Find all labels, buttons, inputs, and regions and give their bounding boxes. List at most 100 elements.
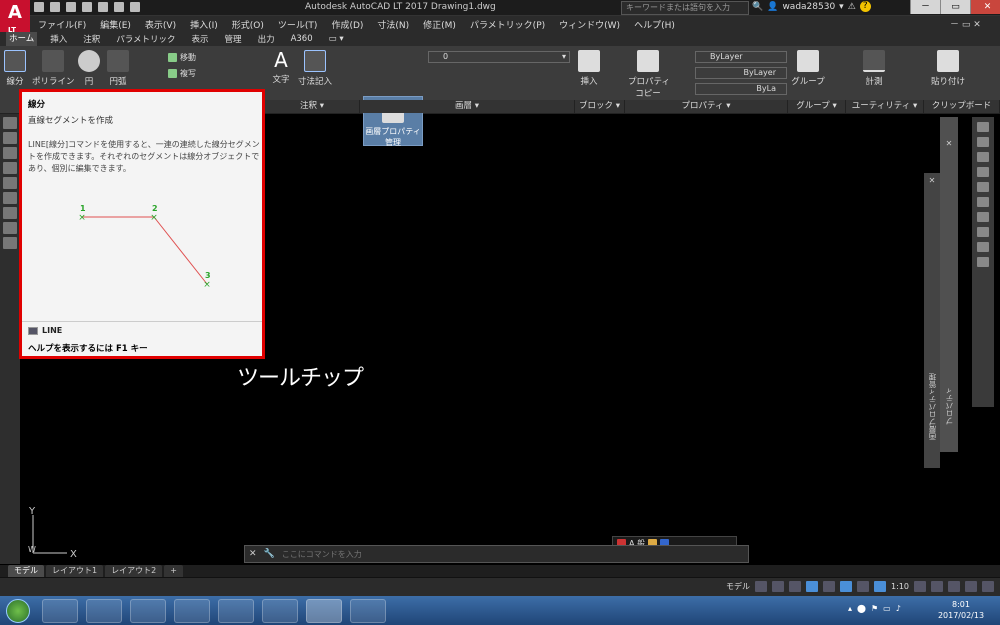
search-input[interactable]: キーワードまたは語句を入力 (621, 1, 749, 15)
text-style-icon[interactable] (3, 117, 17, 129)
layout-tab[interactable]: + (164, 565, 183, 577)
chevron-up-icon[interactable]: ▴ (848, 604, 852, 613)
ribbon-tab[interactable]: パラメトリック (113, 33, 178, 45)
arc-button[interactable]: 円弧 (106, 50, 130, 87)
annotation-scale[interactable]: 1:10 (891, 582, 909, 591)
zoom-extents-icon[interactable] (977, 197, 989, 207)
pan-icon[interactable] (977, 137, 989, 147)
isolate-objects-icon[interactable] (948, 581, 960, 592)
layout-tab[interactable]: モデル (8, 565, 44, 577)
menu-item[interactable]: ファイル(F) (38, 18, 86, 31)
username[interactable]: wada28530 (782, 2, 835, 12)
find-text-icon[interactable] (3, 162, 17, 174)
thunderbird-icon[interactable] (218, 599, 254, 623)
menu-item[interactable]: ヘルプ(H) (634, 18, 675, 31)
spell-check-icon[interactable] (3, 177, 17, 189)
linetype-dropdown[interactable]: ByLayer (695, 67, 787, 79)
zoom-icon[interactable] (977, 152, 989, 162)
zoom-window-icon[interactable] (977, 212, 989, 222)
clipboard-panel-title[interactable]: クリップボード (924, 100, 1000, 113)
convert-text-icon[interactable] (3, 237, 17, 249)
taskbar-clock[interactable]: 8:01 2017/02/13 (930, 599, 992, 621)
move-button[interactable]: 移動 (168, 52, 196, 62)
dimension-button[interactable]: 寸法記入 (297, 50, 333, 87)
minimize-button[interactable]: － (910, 0, 940, 14)
network-icon[interactable]: ▭ (883, 604, 891, 613)
text-scale-icon[interactable] (3, 192, 17, 204)
zoom-previous-icon[interactable] (977, 227, 989, 237)
close-icon[interactable]: ✕ (940, 139, 958, 148)
steering-wheel-icon[interactable] (977, 122, 989, 132)
model-space-toggle[interactable]: モデル (726, 581, 750, 592)
copy-button[interactable]: 複写 (168, 68, 196, 78)
chevron-down-icon[interactable]: ▾ (839, 2, 844, 12)
close-icon[interactable]: ✕ (245, 549, 261, 559)
open-file-icon[interactable] (50, 2, 60, 12)
multiline-text-icon[interactable] (3, 132, 17, 144)
circle-button[interactable]: 円 (78, 50, 100, 87)
object-snap-icon[interactable] (840, 581, 853, 592)
ribbon-tab[interactable]: 注釈 (80, 33, 103, 45)
utilities-panel-title[interactable]: ユーティリティ ▾ (846, 100, 924, 113)
color-dropdown[interactable]: ByLayer (695, 51, 787, 63)
grid-icon[interactable] (755, 581, 768, 592)
menu-item[interactable]: ツール(T) (278, 18, 318, 31)
redo-icon[interactable] (130, 2, 140, 12)
polyline-button[interactable]: ポリライン (32, 50, 75, 87)
polar-icon[interactable] (806, 581, 819, 592)
wrench-icon[interactable]: 🔧 (261, 549, 278, 559)
menu-item[interactable]: 形式(O) (232, 18, 264, 31)
save-as-icon[interactable] (82, 2, 92, 12)
ribbon-tab[interactable]: ▭ ▾ (326, 34, 347, 44)
layout-tab[interactable]: レイアウト2 (105, 565, 163, 577)
menu-item[interactable]: 編集(E) (100, 18, 131, 31)
text-button[interactable]: A 文字 (270, 48, 292, 85)
gear-icon[interactable] (914, 581, 926, 592)
ribbon-tab[interactable]: 出力 (255, 33, 278, 45)
paint-icon[interactable] (350, 599, 386, 623)
orbit-icon[interactable] (977, 167, 989, 177)
lineweight-dropdown[interactable]: ByLa (695, 83, 787, 95)
menu-item[interactable]: 作成(D) (331, 18, 363, 31)
new-file-icon[interactable] (34, 2, 44, 12)
layer-manager-palette-title[interactable]: 画層プロパティ管理 (927, 373, 938, 441)
text-frame-icon[interactable] (3, 222, 17, 234)
ortho-icon[interactable] (789, 581, 802, 592)
ribbon-tab[interactable]: 挿入 (47, 33, 70, 45)
line-button[interactable]: 線分 (3, 50, 27, 87)
plus-icon[interactable] (931, 581, 943, 592)
match-properties-button[interactable]: プロパティ コピー (628, 50, 670, 99)
exchange-icon[interactable]: ⚠ (848, 2, 856, 12)
ribbon-tab[interactable]: A360 (288, 34, 316, 44)
isometric-icon[interactable] (823, 581, 836, 592)
close-button[interactable]: ✕ (970, 0, 1000, 14)
edit-text-icon[interactable] (3, 147, 17, 159)
menu-item[interactable]: 表示(V) (145, 18, 176, 31)
restore-button[interactable]: ▭ (940, 0, 970, 14)
group-button[interactable]: グループ (790, 50, 826, 87)
paste-button[interactable]: 貼り付け (928, 50, 968, 87)
lineweight-icon[interactable] (857, 581, 870, 592)
snap-icon[interactable] (772, 581, 785, 592)
psp-icon[interactable] (262, 599, 298, 623)
clean-screen-icon[interactable] (965, 581, 977, 592)
insert-block-button[interactable]: 挿入 (578, 50, 600, 87)
flag-icon[interactable]: ⚑ (871, 604, 878, 613)
measure-button[interactable]: 計測 (860, 50, 888, 87)
command-input[interactable] (281, 547, 748, 561)
close-icon[interactable]: ✕ (924, 176, 940, 185)
autocad-taskbar-icon[interactable] (306, 599, 342, 623)
internet-explorer-icon[interactable] (86, 599, 122, 623)
undo-icon[interactable] (114, 2, 124, 12)
binoculars-icon[interactable]: 🔍 (752, 2, 763, 12)
print-icon[interactable] (98, 2, 108, 12)
menu-icon[interactable] (982, 581, 994, 592)
application-menu-button[interactable]: A LT (0, 0, 30, 35)
menu-item[interactable]: パラメトリック(P) (470, 18, 545, 31)
ribbon-tab[interactable]: 表示 (189, 33, 212, 45)
media-player-icon[interactable] (42, 599, 78, 623)
block-panel-title[interactable]: ブロック ▾ (575, 100, 625, 113)
help-icon[interactable]: ? (859, 1, 871, 12)
menu-item[interactable]: ウィンドウ(W) (559, 18, 620, 31)
ribbon-tab[interactable]: 管理 (222, 33, 245, 45)
